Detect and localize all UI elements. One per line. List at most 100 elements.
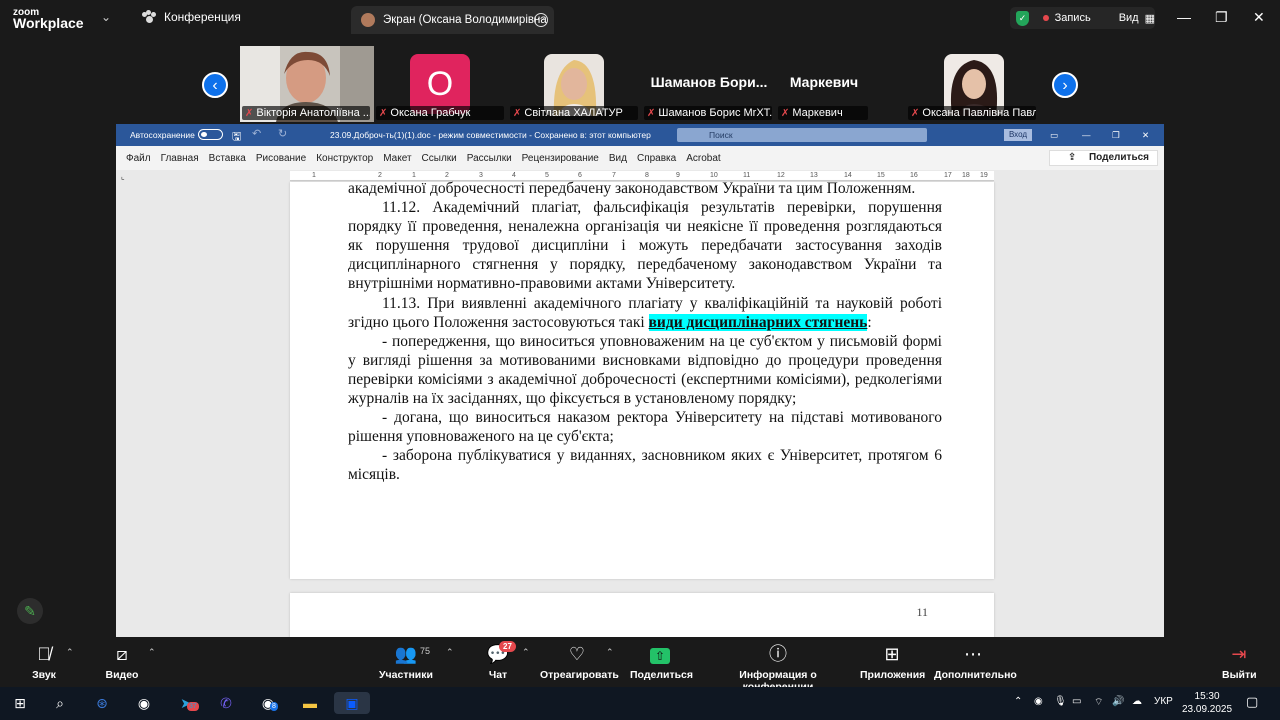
highlighted-text: види дисциплінарних стягнень <box>648 313 868 331</box>
meeting-tab[interactable]: Конференция <box>142 10 241 24</box>
tab-layout[interactable]: Макет <box>383 153 411 164</box>
react-button[interactable]: ♡ Отреагировать ⌃ <box>540 643 619 681</box>
autosave-toggle[interactable] <box>198 129 223 140</box>
tab-help[interactable]: Справка <box>637 153 676 164</box>
volume-icon[interactable]: 🔊 <box>1112 696 1124 707</box>
close-button[interactable]: ✕ <box>1253 9 1265 26</box>
more-icon[interactable]: ··· <box>534 13 548 27</box>
restore-button[interactable]: ❐ <box>1112 130 1120 141</box>
cloud-icon[interactable]: ☁ <box>1132 696 1142 707</box>
chrome-icon[interactable]: ◉ <box>132 692 156 714</box>
participants-button[interactable]: 👥 Участники 75 ⌃ <box>378 643 454 681</box>
tab-home[interactable]: Главная <box>161 153 199 164</box>
paw-icon <box>142 10 156 24</box>
record-dot-icon <box>1043 15 1049 21</box>
language-indicator[interactable]: УКР <box>1154 696 1173 707</box>
participant-tile[interactable]: Маркевич ✗ Маркевич <box>776 46 872 122</box>
tab-file[interactable]: Файл <box>126 153 151 164</box>
tab-review[interactable]: Рецензирование <box>522 153 599 164</box>
audio-button[interactable]: 🎙̸ Звук ⌃ <box>26 643 73 681</box>
video-off-icon: ⧄ <box>116 644 128 664</box>
chevron-up-icon[interactable]: ⌃ <box>522 647 530 658</box>
participant-name: ✗ Вікторія Анатоліївна ... <box>242 106 370 120</box>
search-icon[interactable]: ⌕ <box>48 692 72 714</box>
shield-check-icon[interactable]: ✓ <box>1016 10 1030 26</box>
chevron-up-icon[interactable]: ⌃ <box>606 647 614 658</box>
windows-taskbar: ⊞ ⌕ ⊛ ◉ ➤ 37 ✆ ◉ 8 ▬ ▣ ⌃ ◉ 🎙 ▭ ⌔ 🔊 ☁ УКР 1… <box>0 687 1280 720</box>
minimize-button[interactable]: — <box>1177 9 1191 25</box>
tab-acrobat[interactable]: Acrobat <box>686 153 720 164</box>
chat-button[interactable]: 💬 Чат 27 ⌃ <box>482 641 530 681</box>
share-screen-button[interactable]: ⇧ Поделиться <box>630 643 693 681</box>
minimize-button[interactable]: — <box>1082 130 1091 140</box>
document-title[interactable]: 23.09.Доброч-ть(1)(1).doc - режим совмес… <box>330 130 651 140</box>
video-button[interactable]: ⧄ Видео ⌃ <box>104 643 156 681</box>
leave-button[interactable]: ⇥ Выйти <box>1222 643 1257 681</box>
share-screen-icon: ⇧ <box>630 643 690 665</box>
view-button[interactable]: Вид <box>1119 12 1139 24</box>
participant-tile[interactable]: ✗ Вікторія Анатоліївна ... <box>240 46 374 122</box>
list-item: - догана, що виноситься наказом ректора … <box>348 409 942 446</box>
document-page[interactable]: академічної доброчесності передбачену за… <box>290 179 994 579</box>
participant-display-name: Шаманов Бори... <box>650 74 768 90</box>
mic-muted-icon: ✗ <box>379 108 388 119</box>
participant-name: ✗ Шаманов Борис МrХТ... <box>644 106 772 120</box>
redo-icon[interactable]: ↻ <box>278 127 287 140</box>
share-button[interactable]: ⇪ Поделиться <box>1048 150 1158 166</box>
windows-start-icon[interactable]: ⊞ <box>8 692 32 714</box>
restore-button[interactable]: ❐ <box>1215 9 1228 26</box>
telegram-icon[interactable]: ➤ 37 <box>174 692 199 714</box>
screen-share-tab-label: Экран (Оксана Володимирівна <box>383 14 547 26</box>
chrome-icon[interactable]: ◉ 8 <box>256 692 280 714</box>
gallery-next-button[interactable]: › <box>1052 72 1078 98</box>
tab-insert[interactable]: Вставка <box>209 153 246 164</box>
chevron-up-icon[interactable]: ⌃ <box>446 647 454 658</box>
signin-button[interactable]: Вход <box>1004 129 1032 141</box>
screen-share-tab[interactable]: Экран (Оксана Володимирівна ··· <box>351 6 554 34</box>
ribbon-display-icon[interactable]: ▭ <box>1050 130 1058 141</box>
word-search-input[interactable]: Поиск <box>677 128 927 142</box>
word-title-bar: Автосохранение 🖫 ↶ ↻ 23.09.Доброч-ть(1)(… <box>116 124 1164 146</box>
undo-icon[interactable]: ↶ <box>252 127 261 140</box>
gallery-prev-button[interactable]: ‹ <box>202 72 228 98</box>
tab-design[interactable]: Конструктор <box>316 153 373 164</box>
participant-tile[interactable]: О ✗ Оксана Грабчук <box>374 46 508 122</box>
paragraph: 11.13. При виявленні академічного плагіа… <box>348 294 942 331</box>
notification-icon[interactable]: ▢ <box>1246 694 1258 710</box>
wifi-icon[interactable]: ⌔ <box>1094 696 1103 709</box>
document-page[interactable]: 11 <box>290 593 994 637</box>
record-tray-icon[interactable]: ◉ <box>1034 696 1043 707</box>
apps-button[interactable]: ⊞ Приложения <box>860 643 925 681</box>
tab-mailings[interactable]: Рассылки <box>467 153 512 164</box>
participant-name: ✗ Світлана ХАЛАТУР <box>510 106 638 120</box>
participant-name: ✗ Оксана Павлівна Павл... <box>908 106 1036 120</box>
annotate-pen-icon[interactable]: ✎ <box>17 598 43 624</box>
save-icon[interactable]: 🖫 <box>232 128 241 147</box>
app-icon[interactable]: ⊛ <box>90 692 114 714</box>
file-explorer-icon[interactable]: ▬ <box>298 692 322 714</box>
more-icon: ⋯ <box>964 644 982 664</box>
participant-tile[interactable]: ✗ Світлана ХАЛАТУР <box>508 46 642 122</box>
viber-icon[interactable]: ✆ <box>214 692 238 714</box>
tab-view[interactable]: Вид <box>609 153 627 164</box>
participant-tile[interactable]: ✗ Оксана Павлівна Павл... <box>906 46 1040 122</box>
battery-icon[interactable]: ▭ <box>1072 696 1081 707</box>
close-button[interactable]: ✕ <box>1142 130 1149 141</box>
taskbar-clock[interactable]: 15:30 23.09.2025 <box>1182 690 1232 716</box>
document-body[interactable]: академічної доброчесності передбачену за… <box>348 179 942 485</box>
mic-icon[interactable]: 🎙 <box>1054 696 1067 707</box>
chevron-up-icon[interactable]: ⌃ <box>148 647 156 658</box>
chevron-down-icon[interactable]: ⌄ <box>101 10 111 24</box>
more-button[interactable]: ⋯ Дополнительно <box>934 643 1017 681</box>
tab-draw[interactable]: Рисование <box>256 153 306 164</box>
chevron-up-icon[interactable]: ⌃ <box>1014 696 1022 707</box>
zoom-taskbar-icon[interactable]: ▣ <box>334 692 370 714</box>
meeting-info-button[interactable]: ⓘИнформация о конференции <box>706 643 850 693</box>
tab-selector-icon[interactable]: ⌞ <box>121 172 125 181</box>
participant-tile[interactable]: Шаманов Бори... ✗ Шаманов Борис МrХТ... <box>642 46 776 122</box>
heart-icon: ♡ <box>568 644 586 664</box>
tab-references[interactable]: Ссылки <box>422 153 457 164</box>
record-button[interactable]: Запись <box>1055 12 1091 24</box>
chevron-up-icon[interactable]: ⌃ <box>66 647 74 658</box>
mic-muted-icon: ✗ <box>781 108 790 119</box>
